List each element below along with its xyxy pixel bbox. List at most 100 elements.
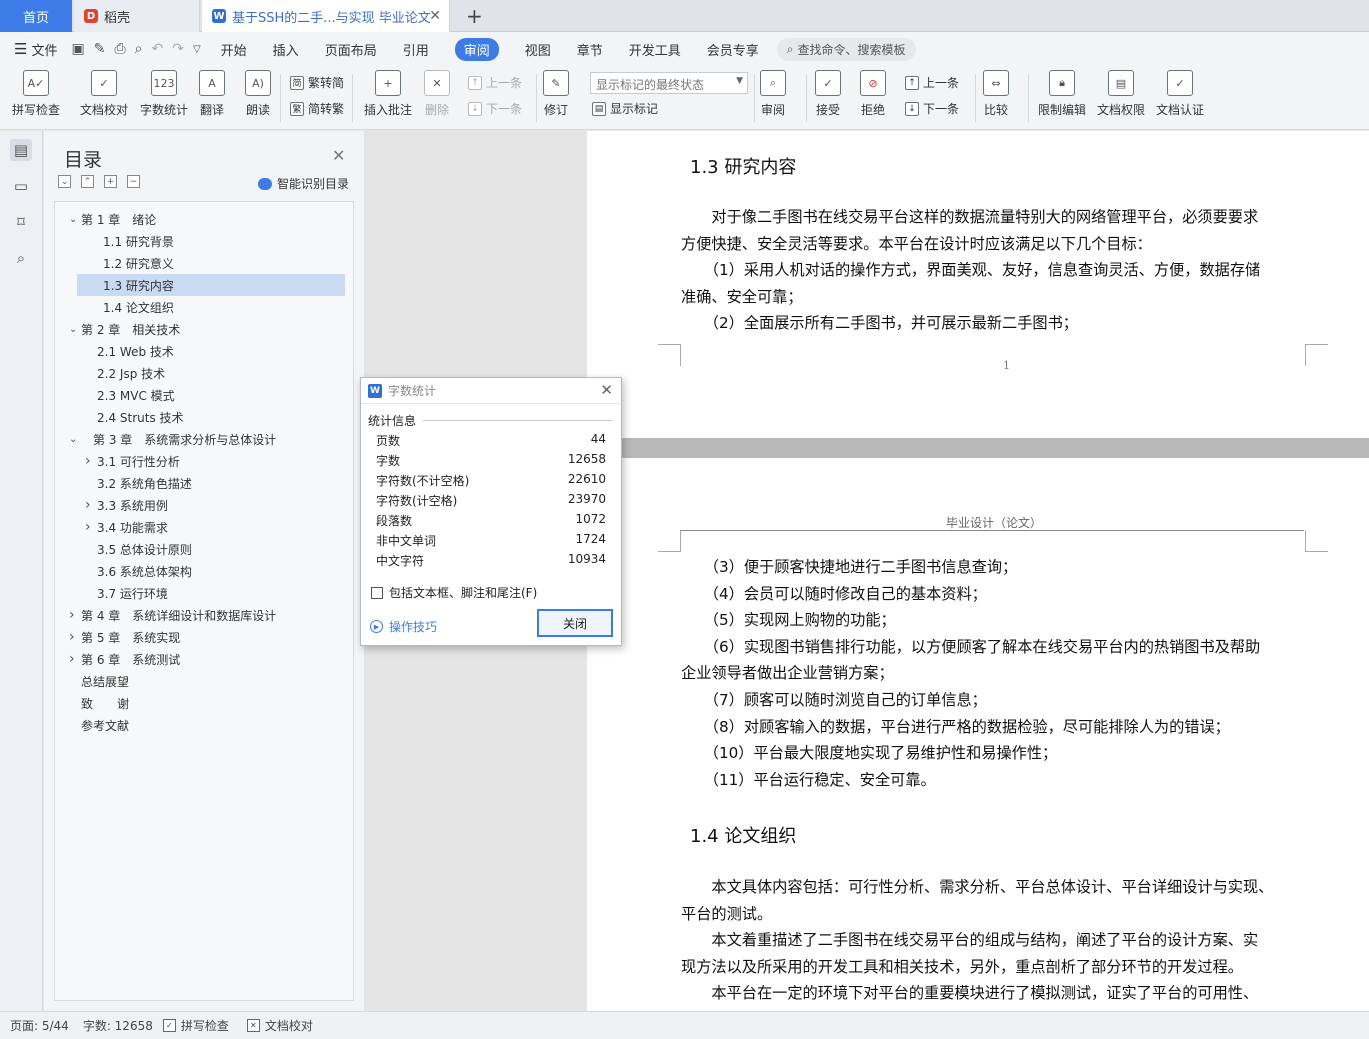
delete-comment-button[interactable]: ✕ 删除 [424,70,450,118]
toc-item[interactable]: › 第 4 章 系统详细设计和数据库设计 [55,604,353,626]
toc-item[interactable]: › 3.4 功能需求 [55,516,353,538]
tips-link[interactable]: ▶ 操作技巧 [370,618,437,635]
toc-item[interactable]: ⌄ 第 2 章 相关技术 [55,318,353,340]
menu-tab-6[interactable]: 章节 [577,40,603,59]
toc-item[interactable]: › 3.3 系统用例 [55,494,353,516]
file-menu[interactable]: ☰ 文件 [14,40,57,59]
collapse-all-icon[interactable]: ⌄ [58,175,71,188]
status-proofread[interactable]: ✕ 文档校对 [246,1017,313,1034]
close-icon[interactable]: ✕ [332,146,345,165]
toc-item[interactable]: 致 谢 [55,692,353,714]
toc-item[interactable]: 3.6 系统总体架构 [55,560,353,582]
tab-home[interactable]: 首页 [0,0,72,32]
compare-button[interactable]: ⇔ 比较 [983,70,1009,118]
status-spell-check[interactable]: ✓ 拼写检查 [162,1017,229,1034]
format-painter-icon[interactable]: ✎ [94,41,106,57]
toc-item[interactable]: 2.4 Struts 技术 [55,406,353,428]
toc-item[interactable]: › 第 5 章 系统实现 [55,626,353,648]
spell-check-button[interactable]: A✓ 拼写检查 [12,70,60,118]
smart-toc-button[interactable]: 智能识别目录 [258,175,349,192]
chevron-right-icon[interactable]: › [85,453,91,469]
toc-item[interactable]: › 第 6 章 系统测试 [55,648,353,670]
chevron-down-icon[interactable]: ⌄ [69,434,77,445]
chevron-down-icon[interactable]: ⌄ [69,214,77,225]
toc-item[interactable]: 3.7 运行环境 [55,582,353,604]
review-pane-button[interactable]: ⌕ 审阅 [760,70,786,118]
chevron-right-icon[interactable]: › [69,629,75,645]
tab-docke[interactable]: D 稻壳 [74,0,200,32]
menu-tab-4[interactable]: 审阅 [454,37,499,61]
prev-comment-button[interactable]: ↑ 上一条 [468,74,522,91]
toc-item[interactable]: 2.1 Web 技术 [55,340,353,362]
toc-item[interactable]: 2.2 Jsp 技术 [55,362,353,384]
close-button[interactable]: 关闭 [537,609,613,637]
chevron-right-icon[interactable]: › [85,497,91,513]
customize-icon[interactable]: ▽ [193,44,201,55]
chevron-right-icon[interactable]: › [85,519,91,535]
menu-tab-5[interactable]: 视图 [525,40,551,59]
next-comment-button[interactable]: ↓ 下一条 [468,100,522,117]
toc-item[interactable]: 1.3 研究内容 [55,274,353,296]
menu-tab-7[interactable]: 开发工具 [629,40,681,59]
menu-tab-8[interactable]: 会员专享 [707,40,759,59]
track-changes-button[interactable]: ✎ 修订 [543,70,569,118]
show-markup-button[interactable]: ▤ 显示标记 [592,100,658,117]
restrict-editing-button[interactable]: 🔒︎ 限制编辑 [1038,70,1086,118]
docke-icon: D [84,9,98,23]
page-indicator[interactable]: 页面: 5/44 [10,1017,69,1034]
toc-item[interactable]: 3.5 总体设计原则 [55,538,353,560]
doc-rights-button[interactable]: ▤ 文档权限 [1097,70,1145,118]
next-change-button[interactable]: ↓ 下一条 [905,100,959,117]
menu-tab-1[interactable]: 插入 [273,40,299,59]
word-count-indicator[interactable]: 字数: 12658 [83,1017,153,1034]
toc-item[interactable]: ⌄ 第 3 章 系统需求分析与总体设计 [55,428,353,450]
dialog-titlebar[interactable]: W 字数统计 ✕ [361,378,621,404]
doc-proofread-button[interactable]: ✓ 文档校对 [80,70,128,118]
bookmark-icon[interactable]: ⌑ [10,211,32,233]
menu-tab-3[interactable]: 引用 [403,40,429,59]
toc-item[interactable]: 3.2 系统角色描述 [55,472,353,494]
translate-button[interactable]: A 翻译 [199,70,225,118]
remove-heading-icon[interactable]: − [127,175,140,188]
trad-to-simp-button[interactable]: 简 繁转简 [290,74,344,91]
toc-item[interactable]: 参考文献 [55,714,353,736]
read-aloud-button[interactable]: A) 朗读 [245,70,271,118]
toc-item[interactable]: 总结展望 [55,670,353,692]
toc-item[interactable]: › 3.1 可行性分析 [55,450,353,472]
new-tab-button[interactable]: + [466,4,483,28]
print-preview-icon[interactable]: ⌕ [135,41,143,57]
toc-item[interactable]: 1.2 研究意义 [55,252,353,274]
print-icon[interactable]: ⎙ [114,41,125,57]
chevron-right-icon[interactable]: › [69,651,75,667]
accept-button[interactable]: ✓ 接受 [815,70,841,118]
toc-panel-icon[interactable]: ▤ [10,139,32,161]
insert-comment-button[interactable]: + 插入批注 [364,70,412,118]
chevron-down-icon[interactable]: ⌄ [69,324,77,335]
markup-state-select[interactable]: 显示标记的最终状态 ▼ [590,72,748,94]
close-icon[interactable]: ✕ [429,8,441,24]
prev-change-button[interactable]: ↑ 上一条 [905,74,959,91]
tab-document[interactable]: W 基于SSH的二手...与实现 毕业论文 ✕ [202,0,450,32]
menu-tab-2[interactable]: 页面布局 [325,40,377,59]
doc-certify-button[interactable]: ✓ 文档认证 [1156,70,1204,118]
word-count-button[interactable]: 123 字数统计 [140,70,188,118]
command-search[interactable]: ⌕ 查找命令、搜索模板 [776,37,916,61]
undo-icon[interactable]: ↶ [151,41,163,57]
include-textbox-checkbox[interactable]: 包括文本框、脚注和尾注(F) [371,584,537,601]
reject-button[interactable]: ⊘ 拒绝 [860,70,886,118]
toc-item[interactable]: 1.4 论文组织 [55,296,353,318]
chapter-nav-icon[interactable]: ▭ [10,175,32,197]
checkbox-icon[interactable] [371,586,383,599]
chevron-right-icon[interactable]: › [69,607,75,623]
save-icon[interactable]: ▣ [71,41,84,57]
simp-to-trad-button[interactable]: 繁 简转繁 [290,100,344,117]
expand-all-icon[interactable]: ⌃ [81,175,94,188]
toc-item[interactable]: 2.3 MVC 模式 [55,384,353,406]
add-heading-icon[interactable]: + [104,175,117,188]
close-icon[interactable]: ✕ [600,381,613,399]
toc-item[interactable]: 1.1 研究背景 [55,230,353,252]
toc-item[interactable]: ⌄ 第 1 章 绪论 [55,208,353,230]
menu-tab-0[interactable]: 开始 [221,40,247,59]
redo-icon[interactable]: ↷ [172,41,184,57]
search-icon[interactable]: ⌕ [10,247,32,269]
